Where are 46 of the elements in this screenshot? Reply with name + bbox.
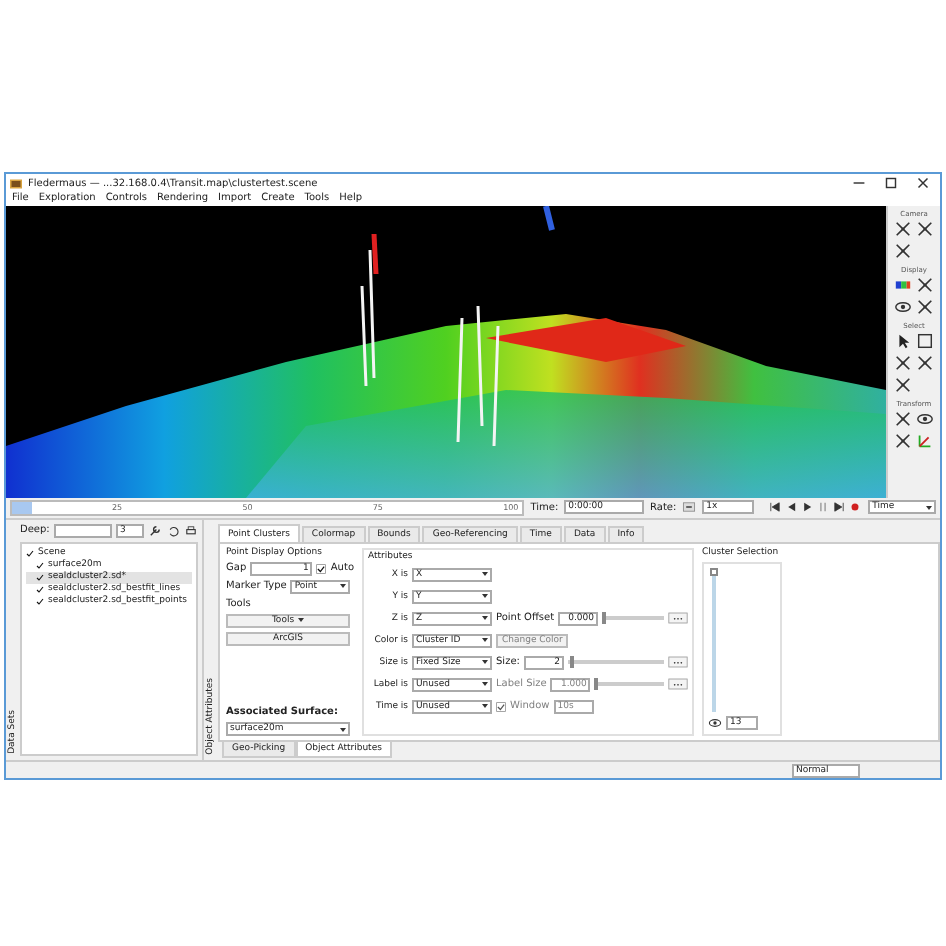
caret-icon: [482, 594, 488, 599]
caret-icon: [340, 584, 347, 589]
check-icon[interactable]: [36, 585, 44, 594]
slider-track[interactable]: [602, 616, 664, 621]
record-icon[interactable]: [848, 500, 863, 515]
maximize-icon[interactable]: [882, 174, 900, 192]
slider-thumb[interactable]: [602, 612, 607, 625]
more-icon[interactable]: [668, 678, 688, 691]
slider-track[interactable]: [594, 682, 664, 687]
eye-icon[interactable]: [916, 409, 934, 428]
rewind-icon[interactable]: [768, 500, 783, 515]
eye-icon[interactable]: [894, 297, 912, 316]
caret-icon: [298, 618, 305, 623]
caret-icon: [482, 638, 488, 643]
slider-thumb[interactable]: [710, 567, 718, 576]
caret-icon: [926, 505, 933, 510]
caret-icon: [482, 682, 488, 687]
spinner-icon[interactable]: [682, 500, 697, 515]
terrain-drawing[interactable]: [6, 205, 886, 498]
close-icon[interactable]: [914, 174, 932, 192]
fast-forward-icon[interactable]: [832, 500, 847, 515]
colorbar-icon[interactable]: [894, 275, 912, 294]
check-icon[interactable]: [26, 549, 34, 558]
rectangle-select-icon[interactable]: [916, 331, 934, 350]
check-icon[interactable]: [36, 561, 44, 570]
search-field[interactable]: [53, 523, 112, 538]
eye-icon[interactable]: [708, 716, 722, 731]
axes-icon[interactable]: [916, 431, 934, 450]
caret-icon: [482, 704, 488, 709]
check-icon[interactable]: [36, 597, 44, 606]
slider-track[interactable]: [567, 660, 664, 665]
step-back-icon[interactable]: [784, 500, 799, 515]
app-icon: [10, 177, 22, 189]
caret-icon: [482, 616, 488, 621]
slider-thumb[interactable]: [570, 656, 575, 669]
more-icon[interactable]: [668, 612, 688, 625]
wrench-icon[interactable]: [148, 523, 162, 538]
timeline-thumb[interactable]: [12, 501, 32, 514]
caret-icon: [482, 660, 488, 665]
checkbox[interactable]: [316, 563, 327, 574]
caret-icon: [340, 727, 346, 732]
undo-icon[interactable]: [166, 523, 180, 538]
arrow-icon[interactable]: [894, 331, 912, 350]
check-icon[interactable]: [36, 573, 44, 582]
caret-icon: [482, 572, 488, 577]
more-icon[interactable]: [668, 656, 688, 669]
